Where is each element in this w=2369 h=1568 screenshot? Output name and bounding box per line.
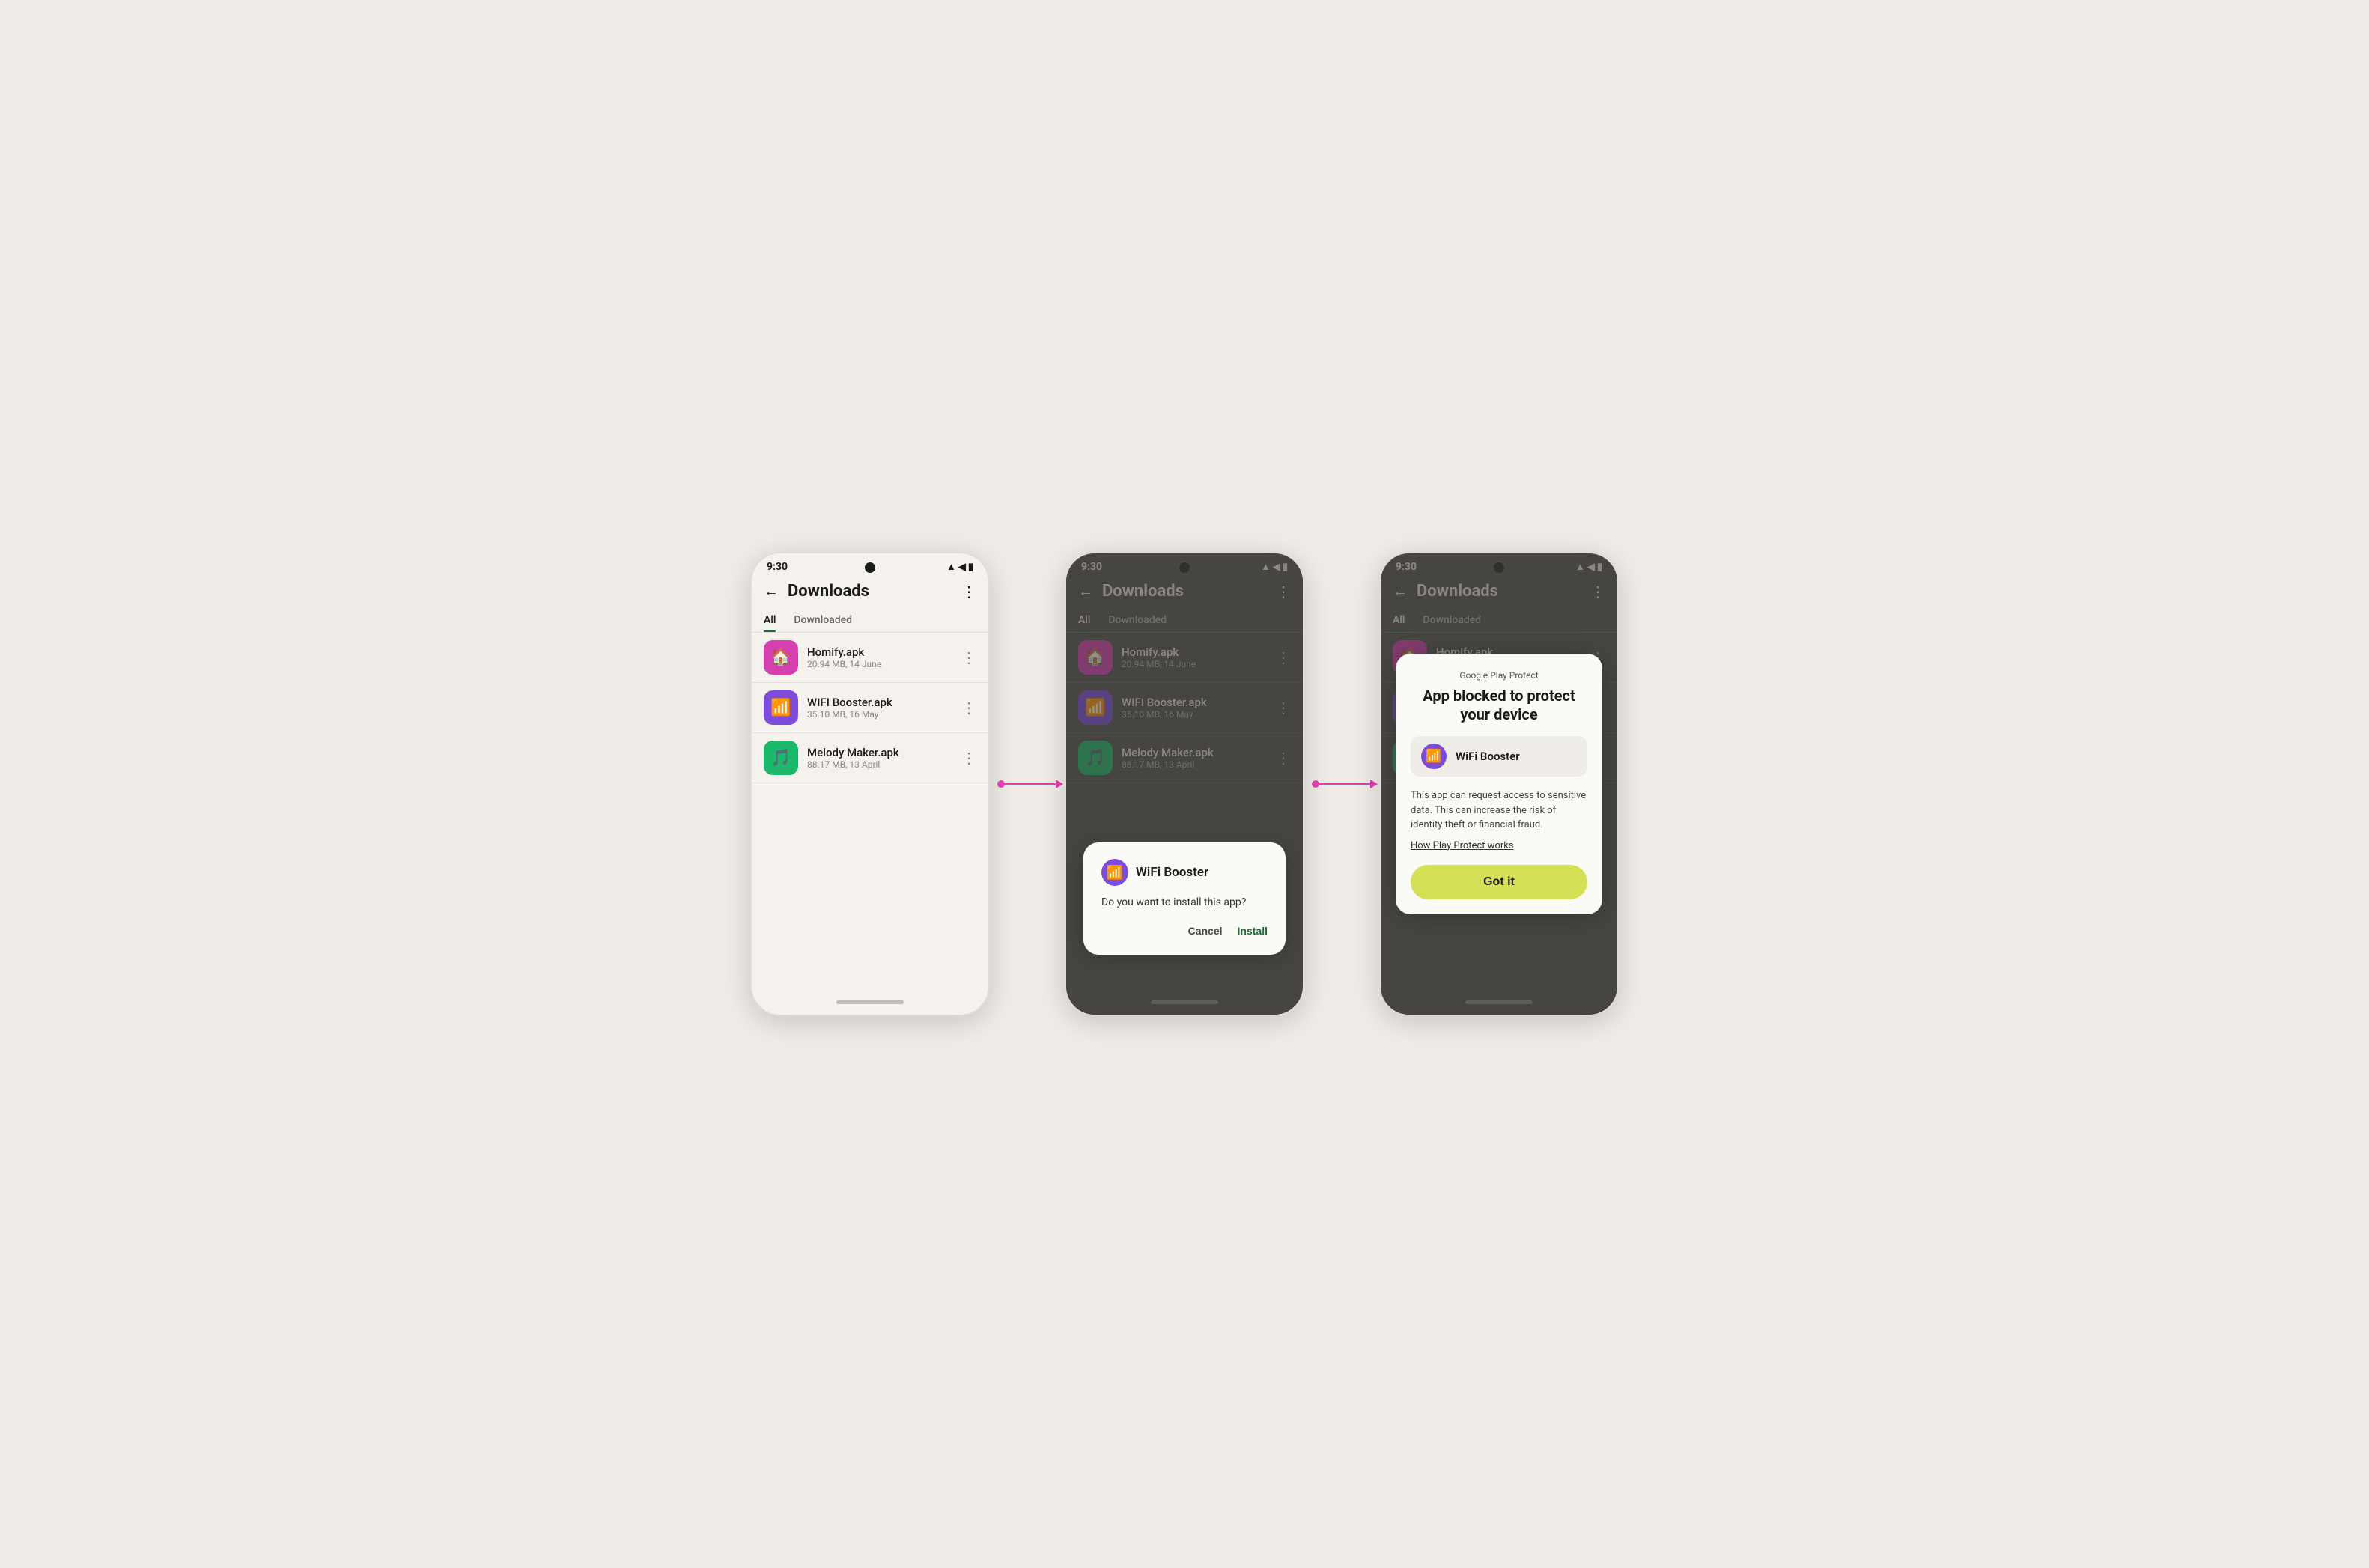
file-icon-melody-1: 🎵	[764, 741, 798, 775]
protect-app-icon: 📶	[1421, 744, 1447, 769]
file-more-homify-1[interactable]: ⋮	[961, 648, 976, 666]
file-item-homify-1: 🏠 Homify.apk 20.94 MB, 14 June ⋮	[752, 633, 988, 683]
file-item-wifi-1: 📶 WIFI Booster.apk 35.10 MB, 16 May ⋮	[752, 683, 988, 733]
home-indicator-1	[752, 993, 988, 1015]
protect-app-name: WiFi Booster	[1456, 750, 1520, 763]
file-name-wifi-1: WIFI Booster.apk	[807, 696, 952, 709]
arrow-line-1	[997, 783, 1057, 785]
arrow-1	[990, 783, 1065, 785]
camera-dot-1	[865, 562, 875, 573]
protect-dialog: Google Play Protect App blocked to prote…	[1396, 654, 1602, 914]
dialog-question: Do you want to install this app?	[1101, 896, 1268, 908]
scene: 9:30 ▲ ◀ ▮ ← Downloads ⋮ All Downloaded	[750, 552, 1619, 1016]
page-title-1: Downloads	[788, 582, 952, 601]
file-meta-homify-1: 20.94 MB, 14 June	[807, 659, 952, 669]
file-more-melody-1[interactable]: ⋮	[961, 749, 976, 767]
tabs-1: All Downloaded	[752, 607, 988, 633]
status-bar-1: 9:30 ▲ ◀ ▮	[752, 553, 988, 576]
install-dialog-overlay: 📶 WiFi Booster Do you want to install th…	[1066, 553, 1303, 1015]
back-button-1[interactable]: ←	[764, 582, 779, 601]
file-more-wifi-1[interactable]: ⋮	[961, 699, 976, 717]
how-play-protect-works-link[interactable]: How Play Protect works	[1411, 840, 1587, 851]
got-it-button[interactable]: Got it	[1411, 865, 1587, 899]
protect-title-small: Google Play Protect	[1411, 670, 1587, 681]
dialog-actions: Cancel Install	[1101, 922, 1268, 940]
protect-dialog-overlay: Google Play Protect App blocked to prote…	[1381, 553, 1617, 1015]
dialog-app-name: WiFi Booster	[1136, 865, 1208, 880]
tab-all-1[interactable]: All	[764, 607, 776, 632]
file-info-homify-1: Homify.apk 20.94 MB, 14 June	[807, 645, 952, 669]
file-list-1: 🏠 Homify.apk 20.94 MB, 14 June ⋮ 📶 WIFI …	[752, 633, 988, 993]
file-item-melody-1: 🎵 Melody Maker.apk 88.17 MB, 13 April ⋮	[752, 733, 988, 783]
protect-description: This app can request access to sensitive…	[1411, 788, 1587, 833]
protect-app-row: 📶 WiFi Booster	[1411, 736, 1587, 777]
file-info-wifi-1: WIFI Booster.apk 35.10 MB, 16 May	[807, 696, 952, 720]
phone-2: 9:30 ▲ ◀ ▮ ← Downloads ⋮ All Downloaded	[1065, 552, 1304, 1016]
phone-3: 9:30 ▲ ◀ ▮ ← Downloads ⋮ All Downloaded	[1379, 552, 1619, 1016]
app-bar-1: ← Downloads ⋮	[752, 576, 988, 607]
arrow-line-2	[1312, 783, 1372, 785]
install-dialog: 📶 WiFi Booster Do you want to install th…	[1083, 842, 1286, 955]
wifi-icon-1: ▲	[946, 561, 956, 573]
signal-icon-1: ◀	[958, 562, 966, 573]
file-meta-wifi-1: 35.10 MB, 16 May	[807, 709, 952, 720]
cancel-button[interactable]: Cancel	[1188, 922, 1223, 940]
phone-1: 9:30 ▲ ◀ ▮ ← Downloads ⋮ All Downloaded	[750, 552, 990, 1016]
status-time-1: 9:30	[767, 561, 788, 573]
file-name-melody-1: Melody Maker.apk	[807, 746, 952, 759]
file-icon-homify-1: 🏠	[764, 640, 798, 675]
more-menu-1[interactable]: ⋮	[961, 583, 976, 601]
protect-title-large: App blocked to protect your device	[1411, 687, 1587, 724]
home-bar-1	[836, 1000, 904, 1004]
dialog-header: 📶 WiFi Booster	[1101, 859, 1268, 886]
file-icon-wifi-1: 📶	[764, 690, 798, 725]
battery-icon-1: ▮	[968, 562, 973, 573]
dialog-app-icon: 📶	[1101, 859, 1128, 886]
file-meta-melody-1: 88.17 MB, 13 April	[807, 759, 952, 770]
file-info-melody-1: Melody Maker.apk 88.17 MB, 13 April	[807, 746, 952, 770]
file-name-homify-1: Homify.apk	[807, 645, 952, 659]
tab-downloaded-1[interactable]: Downloaded	[794, 607, 852, 632]
install-button[interactable]: Install	[1238, 922, 1268, 940]
status-icons-1: ▲ ◀ ▮	[946, 561, 973, 573]
arrow-2	[1304, 783, 1379, 785]
